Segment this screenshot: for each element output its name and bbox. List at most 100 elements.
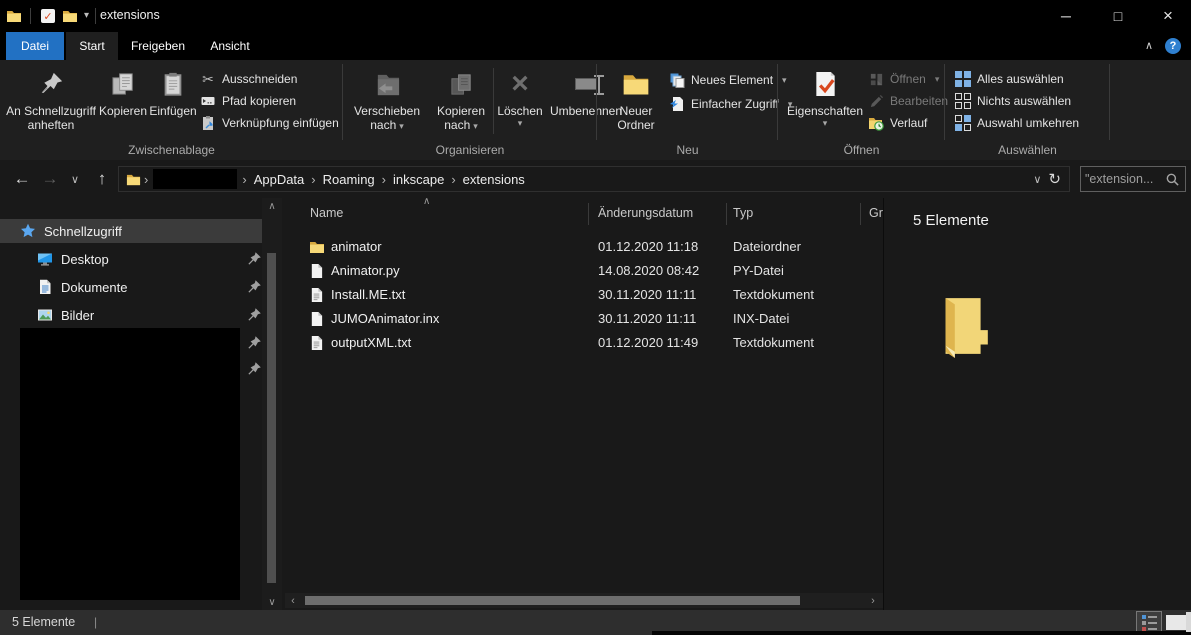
easy-access-label: Einfacher Zugriff [691, 97, 779, 111]
sidebar-item-pictures[interactable]: Bilder [0, 303, 262, 327]
close-button[interactable]: × [1145, 0, 1191, 32]
file-name: JUMOAnimator.inx [331, 307, 439, 331]
column-separator[interactable] [588, 203, 589, 225]
up-button[interactable]: ↑ [88, 160, 116, 198]
qat-new-folder-button[interactable] [60, 7, 80, 25]
tab-share[interactable]: Freigeben [124, 32, 192, 60]
select-none-button[interactable]: Nichts auswählen [955, 90, 1079, 112]
select-all-button[interactable]: Alles auswählen [955, 68, 1079, 90]
history-button[interactable]: Verlauf [868, 112, 948, 134]
new-folder-icon [62, 8, 78, 24]
minimize-button[interactable]: ─ [1043, 0, 1089, 32]
tab-file[interactable]: Datei [6, 32, 64, 60]
sidebar-scrollbar[interactable]: ∧ ∨ [262, 198, 282, 610]
back-button[interactable]: ← [8, 160, 36, 198]
search-input[interactable] [1081, 172, 1165, 186]
copy-to-button[interactable]: Kopieren nach▾ [429, 64, 493, 138]
scroll-down-icon[interactable]: ∨ [262, 594, 282, 610]
recent-locations-button[interactable]: ∨ [64, 160, 86, 198]
sidebar-item-label: Desktop [61, 252, 109, 267]
invert-selection-button[interactable]: Auswahl umkehren [955, 112, 1079, 134]
dropdown-icon: ▾ [518, 118, 523, 128]
refresh-button[interactable]: ↻ [1044, 170, 1069, 188]
tab-view[interactable]: Ansicht [198, 32, 262, 60]
breadcrumb-folder-icon [126, 172, 141, 187]
scissors-icon: ✂ [200, 71, 216, 87]
file-row[interactable]: JUMOAnimator.inx 30.11.2020 11:11 INX-Da… [285, 307, 883, 331]
breadcrumb[interactable]: › › AppData › Roaming › inkscape › exten… [118, 166, 1070, 192]
column-header-size[interactable]: Größe [869, 198, 883, 228]
breadcrumb-item-roaming[interactable]: Roaming [319, 172, 379, 187]
breadcrumb-item-inkscape[interactable]: inkscape [389, 172, 448, 187]
breadcrumb-separator-icon: › [308, 172, 318, 187]
move-to-button[interactable]: Verschieben nach▾ [345, 64, 429, 138]
cut-button[interactable]: ✂ Ausschneiden [200, 68, 339, 90]
delete-button[interactable]: × Löschen ▾ [494, 64, 546, 138]
paste-button[interactable]: Einfügen [148, 64, 198, 138]
group-separator [1109, 64, 1110, 140]
tab-home[interactable]: Start [66, 32, 118, 60]
qat-customize-button[interactable]: ▾ [84, 10, 89, 21]
easy-access-button[interactable]: Einfacher Zugriff ▾ [669, 92, 792, 116]
file-row[interactable]: animator 01.12.2020 11:18 Dateiordner [285, 235, 883, 259]
scroll-up-icon[interactable]: ∧ [262, 198, 282, 214]
help-button[interactable]: ? [1165, 38, 1181, 54]
open-button[interactable]: Öffnen ▾ [868, 68, 948, 90]
file-modified: 30.11.2020 11:11 [598, 283, 696, 307]
new-item-button[interactable]: Neues Element ▾ [669, 68, 792, 92]
sidebar-item-documents[interactable]: Dokumente [0, 275, 262, 299]
file-type: PY-Datei [733, 259, 784, 283]
scrollbar-thumb[interactable] [267, 253, 276, 583]
paste-icon [160, 71, 186, 98]
column-header-name[interactable]: Name [310, 198, 343, 228]
new-folder-label: Neuer Ordner [607, 104, 665, 132]
paste-shortcut-button[interactable]: Verknüpfung einfügen [200, 112, 339, 134]
pin-to-quick-access-button[interactable]: An Schnellzugriff anheften [4, 64, 98, 138]
edit-button[interactable]: Bearbeiten [868, 90, 948, 112]
group-label-select: Auswählen [945, 143, 1110, 157]
new-folder-button[interactable]: Neuer Ordner [607, 64, 665, 138]
column-header-type[interactable]: Typ [733, 198, 753, 228]
scroll-left-icon[interactable]: ‹ [285, 593, 301, 608]
maximize-button[interactable]: □ [1095, 0, 1141, 32]
file-modified: 01.12.2020 11:49 [598, 331, 698, 355]
file-list-scrollbar[interactable]: ‹ › [285, 593, 883, 608]
file-row[interactable]: Install.ME.txt 30.11.2020 11:11 Textdoku… [285, 283, 883, 307]
invert-selection-icon [955, 115, 971, 131]
file-row[interactable]: Animator.py 14.08.2020 08:42 PY-Datei [285, 259, 883, 283]
folder-icon [309, 239, 325, 255]
breadcrumb-separator-icon: › [141, 172, 151, 187]
scrollbar-thumb[interactable] [305, 596, 800, 605]
text-file-icon [309, 335, 324, 351]
history-label: Verlauf [890, 116, 927, 130]
search-icon[interactable] [1165, 172, 1180, 187]
search-box[interactable] [1080, 166, 1186, 192]
file-modified: 14.08.2020 08:42 [598, 259, 699, 283]
move-to-icon [374, 71, 401, 98]
forward-button[interactable]: → [36, 160, 64, 198]
ribbon-group-organize: Verschieben nach▾ Kopieren nach▾ × Lösch… [343, 60, 597, 160]
properties-button[interactable]: Eigenschaften ▾ [784, 64, 866, 138]
scroll-right-icon[interactable]: › [865, 593, 881, 608]
pin-icon [246, 335, 262, 351]
open-icon [868, 71, 884, 87]
file-row[interactable]: outputXML.txt 01.12.2020 11:49 Textdokum… [285, 331, 883, 355]
qat-properties-button[interactable]: ✓ [38, 7, 58, 25]
sidebar-item-desktop[interactable]: Desktop [0, 247, 262, 271]
copy-path-button[interactable]: Pfad kopieren [200, 90, 339, 112]
sidebar-item-quick-access[interactable]: Schnellzugriff [0, 219, 262, 243]
navigation-pane: Schnellzugriff Desktop Dokumente Bilder [0, 198, 262, 610]
main-content: Schnellzugriff Desktop Dokumente Bilder [0, 198, 1191, 610]
screen-edge [1186, 612, 1191, 632]
column-header-modified[interactable]: Änderungsdatum [598, 198, 693, 228]
address-dropdown-button[interactable]: ∨ [1030, 173, 1044, 186]
copy-button[interactable]: Kopieren [98, 64, 148, 138]
column-separator[interactable] [860, 203, 861, 225]
new-item-icon [669, 72, 685, 88]
new-item-label: Neues Element [691, 73, 773, 87]
breadcrumb-item-extensions[interactable]: extensions [459, 172, 529, 187]
column-separator[interactable] [726, 203, 727, 225]
collapse-ribbon-button[interactable]: ∧ [1145, 39, 1153, 52]
new-folder-icon [622, 70, 650, 98]
breadcrumb-item-appdata[interactable]: AppData [250, 172, 309, 187]
